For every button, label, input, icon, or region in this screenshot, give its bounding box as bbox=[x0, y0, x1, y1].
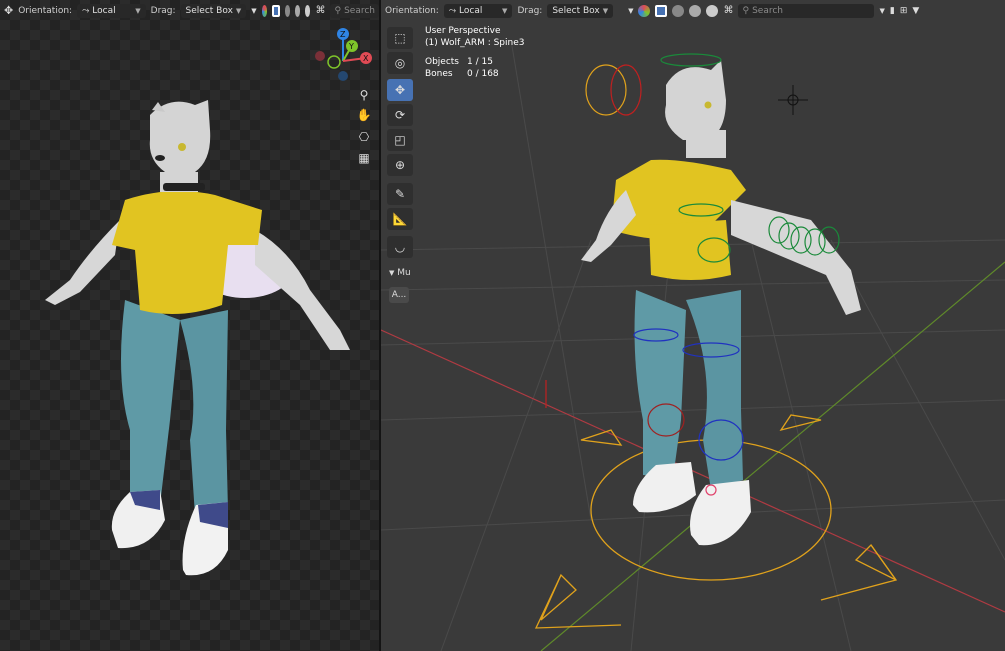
x-axis-line bbox=[381, 329, 1005, 613]
bookmark-icon[interactable]: ▮ bbox=[890, 6, 895, 16]
tool-annotate[interactable]: ✎ bbox=[387, 183, 413, 205]
viewport-info: User Perspective (1) Wolf_ARM : Spine3 O… bbox=[425, 25, 524, 80]
shading-wireframe-button[interactable] bbox=[672, 4, 685, 17]
tool-transform[interactable]: ⊕ bbox=[387, 154, 413, 176]
overlay-dropdown-icon[interactable]: ▼ bbox=[628, 7, 633, 15]
chevron-down-icon: ▼ bbox=[602, 6, 609, 15]
shading-wireframe-button[interactable] bbox=[284, 4, 290, 17]
last-operator-label: Mu bbox=[397, 268, 411, 278]
y-axis-line bbox=[540, 261, 1005, 651]
chevron-down-icon: ▼ bbox=[502, 6, 508, 15]
last-operator-button[interactable]: A... bbox=[389, 287, 409, 303]
outliner-icon[interactable]: ⌘ bbox=[315, 5, 325, 16]
gizmo-x-label: X bbox=[363, 54, 369, 63]
right-viewport-header: Orientation: ⤳ Local ▼ Drag: Select Box ▼ ▼… bbox=[381, 0, 1005, 21]
shading-solid-button[interactable] bbox=[272, 4, 280, 17]
tool-select-box[interactable]: ⬚ bbox=[387, 27, 413, 49]
overlay-dropdown-icon[interactable]: ▼ bbox=[251, 7, 256, 15]
drag-dropdown[interactable]: Select Box ▼ bbox=[180, 3, 247, 18]
search-input[interactable]: ⚲ Search bbox=[738, 3, 875, 18]
transform-pivot-icon[interactable]: ✥ bbox=[4, 4, 13, 17]
drag-dropdown[interactable]: Select Box ▼ bbox=[547, 3, 614, 18]
chevron-down-icon: ▼ bbox=[135, 6, 141, 15]
shading-rendered-button[interactable] bbox=[706, 4, 719, 17]
chevron-down-icon: ▼ bbox=[235, 6, 242, 15]
rotate-icon: ⟳ bbox=[394, 108, 406, 122]
gizmo-toggle-icon[interactable] bbox=[261, 4, 267, 17]
filter-icon[interactable]: ▼ bbox=[912, 6, 919, 16]
scale-icon: ◰ bbox=[394, 133, 406, 147]
search-input[interactable]: ⚲ Search bbox=[330, 3, 379, 18]
outliner-icon[interactable]: ⌘ bbox=[723, 5, 733, 16]
left-leg bbox=[121, 300, 180, 505]
pan-hand-icon[interactable]: ✋ bbox=[355, 106, 373, 124]
shading-material-button[interactable] bbox=[689, 4, 702, 17]
camera-view-icon[interactable]: ⎔ bbox=[355, 128, 373, 146]
gizmo-neg-x-ball[interactable] bbox=[315, 51, 325, 61]
orientation-icon: ⤳ bbox=[448, 5, 457, 16]
gizmo-z-label: Z bbox=[340, 30, 346, 39]
left-scene: Z Y X bbox=[45, 28, 372, 576]
character-posed bbox=[581, 60, 861, 546]
tool-bone-envelope[interactable]: ◡ bbox=[387, 236, 413, 258]
orientation-icon: ⤳ bbox=[82, 5, 90, 16]
bones-stat: Bones 0 / 168 bbox=[425, 69, 499, 79]
shading-rendered-button[interactable] bbox=[305, 4, 311, 17]
shading-solid-button[interactable] bbox=[655, 4, 668, 17]
shading-material-button[interactable] bbox=[294, 4, 301, 17]
view-name: User Perspective bbox=[425, 26, 501, 36]
drag-label: Drag: bbox=[517, 5, 543, 16]
gizmo-toggle-icon[interactable] bbox=[638, 4, 651, 17]
active-object: (1) Wolf_ARM : Spine3 bbox=[425, 38, 525, 48]
ortho-grid-icon[interactable]: ▦ bbox=[355, 149, 373, 167]
character-render bbox=[45, 100, 350, 576]
nose bbox=[155, 155, 165, 161]
gizmo-neg-z-ball[interactable] bbox=[338, 71, 348, 81]
orientation-label: Orientation: bbox=[18, 5, 73, 16]
zoom-icon[interactable]: ⚲ bbox=[355, 86, 373, 104]
annotate-icon: ✎ bbox=[394, 187, 406, 201]
bone-envelope-icon: ◡ bbox=[394, 240, 406, 254]
search-dropdown-icon[interactable]: ▼ bbox=[879, 7, 884, 15]
cursor-icon: ◎ bbox=[394, 56, 406, 70]
light-marker[interactable] bbox=[778, 85, 808, 115]
tool-cursor[interactable]: ◎ bbox=[387, 52, 413, 74]
collar bbox=[163, 183, 205, 191]
navigation-gizmo[interactable]: Z Y X bbox=[315, 28, 372, 81]
right-scene bbox=[381, 39, 1005, 651]
transform-icon: ⊕ bbox=[394, 158, 406, 172]
orientation-label: Orientation: bbox=[385, 5, 439, 16]
tool-rotate[interactable]: ⟳ bbox=[387, 104, 413, 126]
left-arm bbox=[45, 220, 120, 305]
orientation-dropdown[interactable]: ⤳ Local ▼ bbox=[443, 3, 513, 18]
right-viewport[interactable]: Orientation: ⤳ Local ▼ Drag: Select Box ▼ ▼… bbox=[381, 0, 1005, 651]
search-icon: ⚲ bbox=[334, 5, 342, 16]
right-leg bbox=[180, 310, 228, 515]
measure-icon: 📐 bbox=[392, 212, 408, 226]
chevron-down-icon: ▼ bbox=[389, 269, 395, 277]
left-eye bbox=[178, 143, 186, 151]
tool-measure[interactable]: 📐 bbox=[387, 208, 413, 230]
orientation-dropdown[interactable]: ⤳ Local ▼ bbox=[77, 3, 146, 18]
move-icon: ✥ bbox=[394, 83, 406, 97]
last-operator-panel[interactable]: ▼ Mu bbox=[389, 268, 411, 278]
left-viewport-header: ✥ Orientation: ⤳ Local ▼ Drag: Select Box ▼… bbox=[0, 0, 379, 21]
select-box-icon: ⬚ bbox=[394, 31, 406, 45]
objects-stat: Objects 1 / 15 bbox=[425, 57, 493, 67]
left-viewport[interactable]: ✥ Orientation: ⤳ Local ▼ Drag: Select Box ▼… bbox=[0, 0, 379, 651]
tool-scale[interactable]: ◰ bbox=[387, 129, 413, 151]
gizmo-neg-y-ball[interactable] bbox=[327, 55, 341, 69]
drag-label: Drag: bbox=[150, 5, 176, 16]
gizmo-y-label: Y bbox=[348, 42, 354, 51]
view-options-icon[interactable]: ⊞ bbox=[900, 6, 908, 16]
tool-move[interactable]: ✥ bbox=[387, 79, 413, 101]
search-icon: ⚲ bbox=[742, 5, 750, 16]
